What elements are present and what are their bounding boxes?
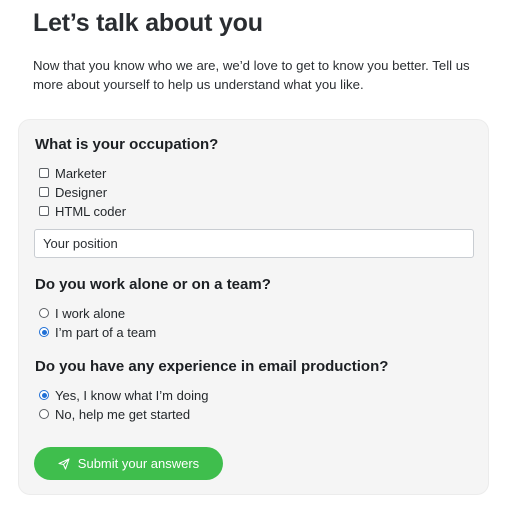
team-option-alone[interactable]: I work alone bbox=[39, 305, 125, 321]
experience-option-yes[interactable]: Yes, I know what I’m doing bbox=[39, 387, 208, 403]
option-label: I work alone bbox=[55, 305, 126, 321]
send-icon bbox=[58, 457, 70, 470]
occupation-option-designer[interactable]: Designer bbox=[39, 184, 107, 200]
experience-question: Do you have any experience in email prod… bbox=[35, 358, 389, 375]
no-radio[interactable] bbox=[39, 409, 49, 419]
alone-radio[interactable] bbox=[39, 308, 49, 318]
submit-button[interactable]: Submit your answers bbox=[34, 447, 223, 480]
occupation-option-marketer[interactable]: Marketer bbox=[39, 165, 106, 181]
submit-label: Submit your answers bbox=[77, 456, 200, 471]
option-label: Designer bbox=[55, 184, 108, 200]
option-label: Yes, I know what I’m doing bbox=[55, 387, 209, 403]
page-title: Let’s talk about you bbox=[33, 9, 263, 37]
option-label: I’m part of a team bbox=[55, 324, 157, 340]
questionnaire-card: What is your occupation? Marketer Design… bbox=[18, 119, 489, 495]
team-question: Do you work alone or on a team? bbox=[35, 276, 271, 293]
html-coder-checkbox[interactable] bbox=[39, 206, 49, 216]
experience-option-no[interactable]: No, help me get started bbox=[39, 406, 190, 422]
occupation-option-html-coder[interactable]: HTML coder bbox=[39, 203, 126, 219]
option-label: Marketer bbox=[55, 165, 107, 181]
team-option-team[interactable]: I’m part of a team bbox=[39, 324, 156, 340]
intro-text: Now that you know who we are, we’d love … bbox=[33, 58, 470, 92]
designer-checkbox[interactable] bbox=[39, 187, 49, 197]
yes-radio[interactable] bbox=[39, 390, 49, 400]
team-radio[interactable] bbox=[39, 327, 49, 337]
option-label: No, help me get started bbox=[55, 406, 191, 422]
marketer-checkbox[interactable] bbox=[39, 168, 49, 178]
occupation-question: What is your occupation? bbox=[35, 136, 219, 153]
position-input[interactable] bbox=[34, 229, 474, 258]
option-label: HTML coder bbox=[55, 203, 127, 219]
